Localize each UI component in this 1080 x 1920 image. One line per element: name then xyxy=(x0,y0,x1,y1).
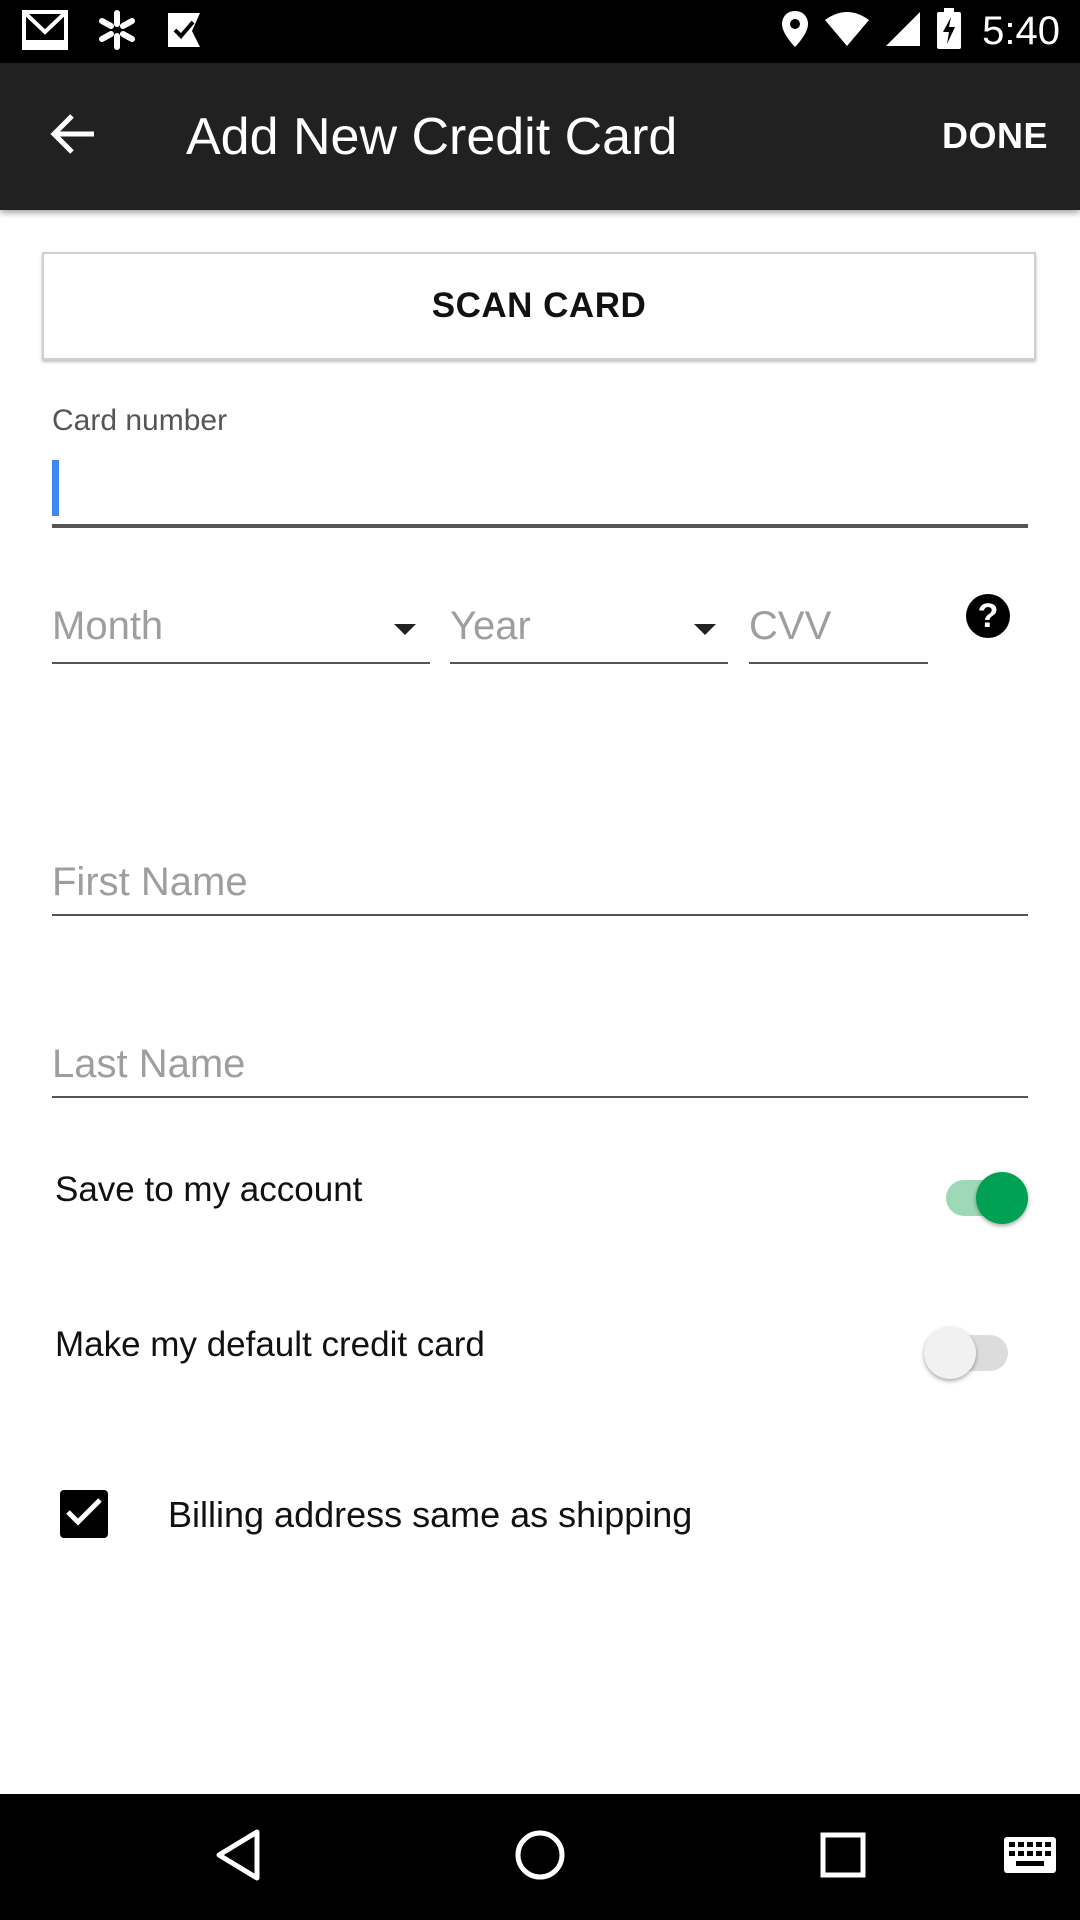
default-card-label: Make my default credit card xyxy=(55,1325,485,1364)
wifi-icon xyxy=(824,10,870,53)
last-name-input[interactable] xyxy=(52,1032,1028,1098)
save-to-account-toggle[interactable] xyxy=(946,1172,1028,1224)
nav-keyboard-button[interactable] xyxy=(997,1824,1063,1890)
month-placeholder: Month xyxy=(52,604,164,648)
nav-home-button[interactable] xyxy=(507,1824,573,1890)
status-bar: 5:40 xyxy=(0,0,1080,63)
year-placeholder: Year xyxy=(450,604,531,648)
default-card-toggle[interactable] xyxy=(924,1327,1008,1379)
back-button[interactable] xyxy=(40,103,106,169)
back-icon xyxy=(213,1828,263,1887)
status-time: 5:40 xyxy=(982,8,1060,53)
first-name-input[interactable] xyxy=(52,850,1028,916)
year-underline xyxy=(450,662,728,664)
scan-card-button[interactable]: SCAN CARD xyxy=(42,252,1036,360)
home-icon xyxy=(514,1829,566,1886)
arrow-back-icon xyxy=(50,113,96,160)
card-number-label: Card number xyxy=(52,404,228,437)
page-title: Add New Credit Card xyxy=(186,108,678,166)
recents-icon xyxy=(820,1832,866,1883)
walmart-spark-icon xyxy=(96,9,138,56)
keyboard-icon xyxy=(1003,1836,1057,1879)
billing-same-checkbox[interactable] xyxy=(60,1490,108,1538)
checkmark-icon xyxy=(65,1497,103,1532)
toggle-thumb xyxy=(976,1172,1028,1224)
text-cursor xyxy=(52,460,59,516)
help-icon[interactable]: ? xyxy=(966,594,1010,638)
toggle-thumb xyxy=(924,1327,976,1379)
gmail-icon xyxy=(22,9,68,55)
done-button[interactable]: DONE xyxy=(942,115,1048,157)
card-number-input[interactable] xyxy=(52,452,1028,528)
app-bar: Add New Credit Card DONE xyxy=(0,63,1080,210)
signal-icon xyxy=(884,10,922,53)
year-chevron-down-icon xyxy=(694,624,716,635)
location-icon xyxy=(780,9,810,54)
battery-charging-icon xyxy=(936,7,962,55)
month-chevron-down-icon xyxy=(394,624,416,635)
cvv-placeholder: CVV xyxy=(749,604,832,648)
save-to-account-label: Save to my account xyxy=(55,1170,363,1209)
month-underline xyxy=(52,662,430,664)
navigation-bar xyxy=(0,1794,1080,1920)
nav-back-button[interactable] xyxy=(205,1824,271,1890)
billing-same-label: Billing address same as shipping xyxy=(168,1494,693,1535)
cvv-underline xyxy=(749,662,928,664)
nav-recents-button[interactable] xyxy=(810,1824,876,1890)
checkmark-app-icon xyxy=(166,11,202,54)
